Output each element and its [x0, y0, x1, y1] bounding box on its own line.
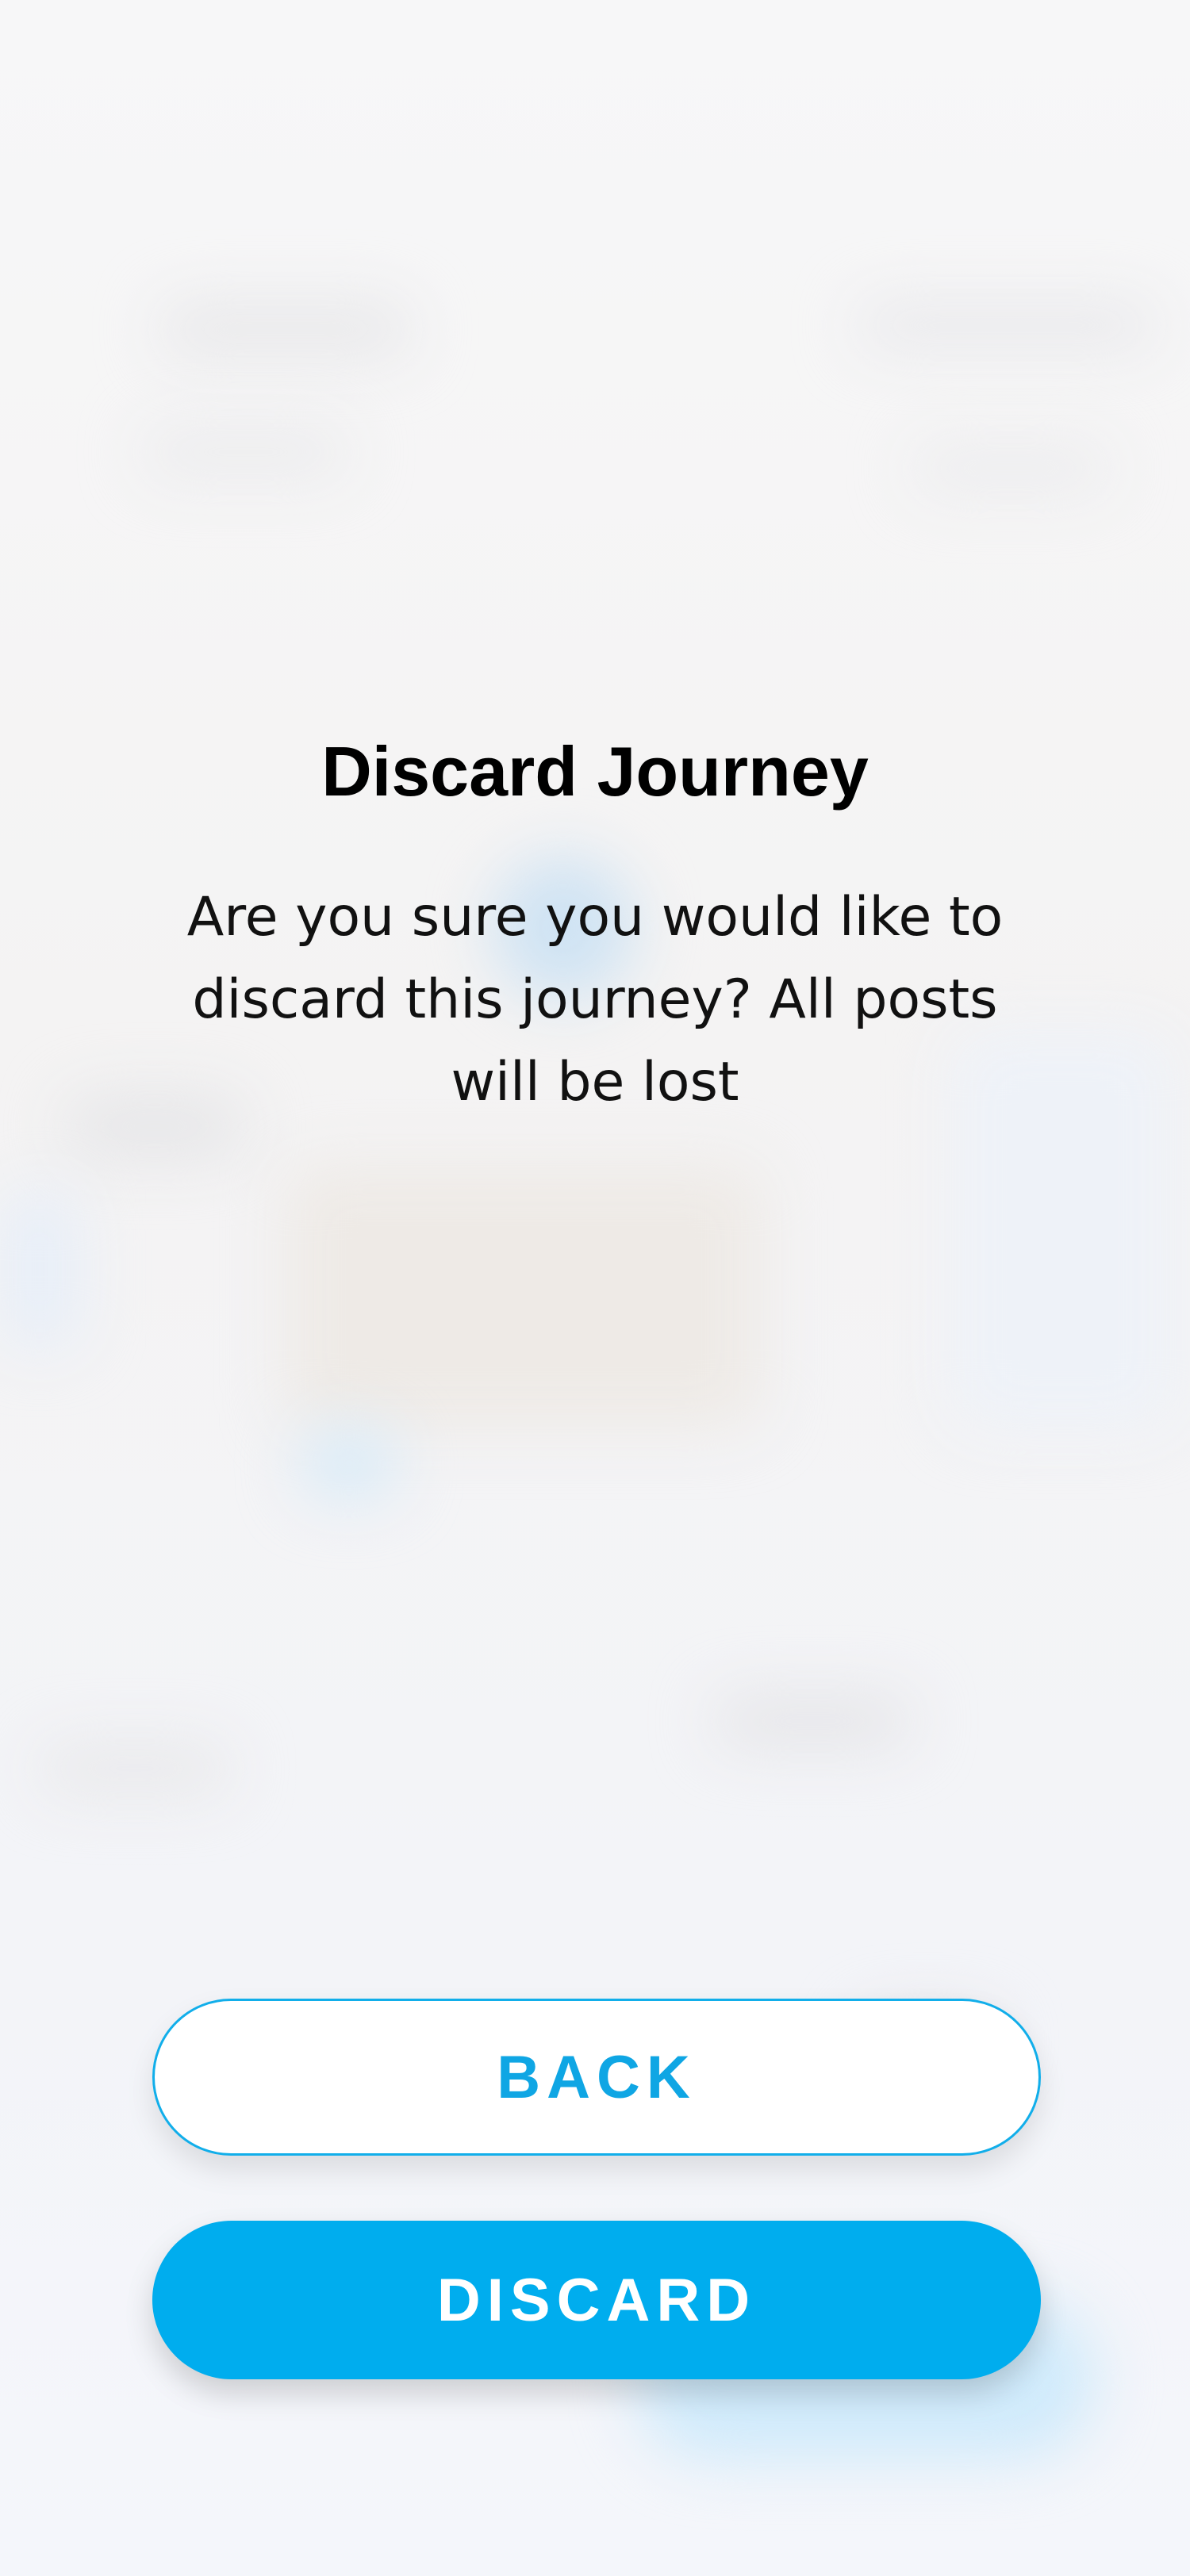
blurred-background	[0, 0, 1190, 2576]
background-blur-shape	[857, 301, 1158, 349]
back-button-label: BACK	[497, 2043, 697, 2111]
back-button[interactable]: BACK	[152, 1999, 1041, 2156]
background-blur-shape	[714, 1697, 912, 1745]
background-blur-shape	[143, 428, 349, 476]
background-blur-shape	[286, 1166, 762, 1428]
dialog-message: Are you sure you would like to discard t…	[186, 886, 1004, 1114]
background-blur-shape	[40, 1745, 230, 1792]
background-blur-shape	[159, 301, 413, 357]
background-blur-shape	[0, 1190, 79, 1348]
background-blur-shape	[912, 444, 1111, 492]
background-blur-shape	[301, 1428, 397, 1499]
discard-button[interactable]: DISCARD	[152, 2221, 1041, 2379]
dialog-title: Discard Journey	[321, 732, 869, 811]
discard-button-label: DISCARD	[436, 2266, 757, 2334]
